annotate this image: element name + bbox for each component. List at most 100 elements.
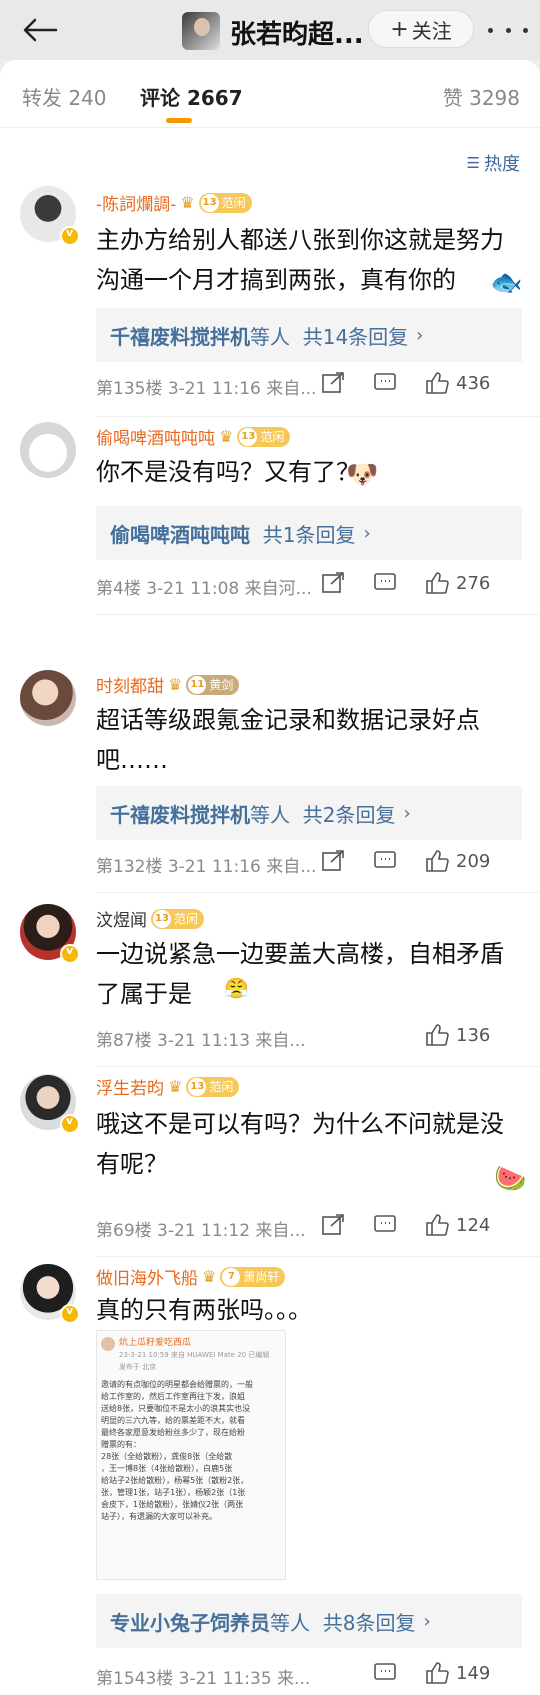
verified-badge-icon xyxy=(60,1304,80,1324)
fan-level-badge: 13 范闲 xyxy=(151,908,205,929)
share-icon[interactable] xyxy=(320,370,346,396)
like-count: 149 xyxy=(456,1662,491,1684)
comment-text: 你不是没有吗？又有了？ xyxy=(96,458,360,486)
plus-icon: + xyxy=(390,16,409,42)
username[interactable]: 做旧海外飞船 xyxy=(96,1264,198,1289)
reply-icon[interactable] xyxy=(372,370,398,396)
like-button[interactable]: 209 xyxy=(424,848,490,874)
crown-icon: ♛ xyxy=(202,1267,217,1286)
share-icon[interactable] xyxy=(320,848,346,874)
tab-bar: 转发 240 评论 2667 赞 3298 xyxy=(0,60,540,128)
name-row: 汶煜闻 13 范闲 xyxy=(96,906,205,931)
divider xyxy=(96,892,540,893)
back-arrow-icon[interactable] xyxy=(22,18,58,42)
dog-sticker-icon: 🐶 xyxy=(346,460,379,490)
like-count: 276 xyxy=(456,572,491,594)
comment-text: 真的只有两张吗。。。 xyxy=(96,1296,312,1324)
sort-toggle[interactable]: ☰ 热度 xyxy=(467,150,520,176)
comment-meta: 第1543楼 3-21 11:35 来... xyxy=(96,1669,311,1689)
like-button[interactable]: 436 xyxy=(424,370,490,396)
crown-icon: ♛ xyxy=(168,1077,183,1096)
top-nav: 张若昀超... + 关注 xyxy=(0,0,540,60)
thumbs-up-icon xyxy=(426,572,449,594)
fan-level-badge: 13 范闲 xyxy=(186,1076,240,1097)
avatar[interactable] xyxy=(20,904,80,964)
like-count: 124 xyxy=(456,1214,491,1236)
thumbs-up-icon xyxy=(426,1214,449,1236)
sort-icon: ☰ xyxy=(466,154,481,172)
name-row: 浮生若昀 ♛ 13 范闲 xyxy=(96,1074,240,1099)
comment-text: 主办方给别人都送八张到你这就是努力沟通一个月才搞到两张，真有你的 xyxy=(96,226,504,294)
tab-repost[interactable]: 转发 240 xyxy=(22,82,107,111)
fan-level-badge: 11 黄剑 xyxy=(186,674,240,695)
reply-icon[interactable] xyxy=(372,1212,398,1238)
thumbs-up-icon xyxy=(426,1024,449,1046)
share-icon[interactable] xyxy=(320,570,346,596)
like-button[interactable]: 136 xyxy=(424,1022,490,1048)
crown-icon: ♛ xyxy=(180,193,195,212)
like-count: 136 xyxy=(456,1024,491,1046)
comment-meta: 第87楼 3-21 11:13 来自... xyxy=(96,1031,306,1051)
comment-meta: 第4楼 3-21 11:08 来自河... xyxy=(96,579,312,599)
sort-label: 热度 xyxy=(484,154,520,175)
reply-icon[interactable] xyxy=(372,570,398,596)
avatar[interactable] xyxy=(20,670,76,726)
reply-preview[interactable]: 偷喝啤酒吨吨吨 共1条回复 › xyxy=(96,506,522,560)
fish-sticker-icon: 🐟 xyxy=(490,268,523,298)
post-avatar xyxy=(101,1337,115,1351)
tab-likes[interactable]: 赞 3298 xyxy=(443,82,520,111)
reply-preview[interactable]: 专业小兔子饲养员 等人 共8条回复 › xyxy=(96,1594,522,1648)
verified-badge-icon xyxy=(60,944,80,964)
crown-icon: ♛ xyxy=(168,675,183,694)
avatar[interactable] xyxy=(20,1074,80,1134)
divider xyxy=(96,1066,540,1067)
reply-icon[interactable] xyxy=(372,848,398,874)
avatar[interactable] xyxy=(20,186,80,246)
comment-text: 哦这不是可以有吗？为什么不问就是没有呢？ xyxy=(96,1110,504,1178)
follow-label: 关注 xyxy=(411,18,452,43)
avatar[interactable] xyxy=(20,1264,80,1324)
fan-level-badge: 7 萧尚轩 xyxy=(220,1266,286,1287)
attached-screenshot-image[interactable]: 炕上瓜籽爱吃西瓜 23-3-21 10:59 来自 HUAWEI Mate 20… xyxy=(96,1330,286,1580)
fan-level-badge: 13 范闲 xyxy=(198,192,252,213)
follow-button[interactable]: + 关注 xyxy=(368,10,474,48)
reply-preview[interactable]: 千禧废料搅拌机 等人 共14条回复 › xyxy=(96,308,522,362)
name-row: 偷喝啤酒吨吨吨 ♛ 13 范闲 xyxy=(96,424,291,449)
username[interactable]: 时刻都甜 xyxy=(96,672,164,697)
username[interactable]: 汶煜闻 xyxy=(96,906,147,931)
username[interactable]: -陈詞爛調- xyxy=(96,190,176,215)
name-row: 时刻都甜 ♛ 11 黄剑 xyxy=(96,672,240,697)
username[interactable]: 浮生若昀 xyxy=(96,1074,164,1099)
more-options-icon[interactable] xyxy=(488,20,528,40)
active-tab-indicator xyxy=(166,118,192,123)
like-count: 436 xyxy=(456,372,491,394)
verified-badge-icon xyxy=(60,226,80,246)
like-button[interactable]: 124 xyxy=(424,1212,490,1238)
like-count: 209 xyxy=(456,850,491,872)
emoji-icon: 😤 xyxy=(224,976,249,1000)
like-button[interactable]: 149 xyxy=(424,1660,490,1686)
comment-meta: 第132楼 3-21 11:16 来自... xyxy=(96,857,317,877)
page-title: 张若昀超... xyxy=(230,20,364,50)
comment-text: 一边说紧急一边要盖大高楼，自相矛盾了属于是 xyxy=(96,940,504,1008)
thumbs-up-icon xyxy=(426,372,449,394)
divider xyxy=(96,614,540,615)
author-avatar[interactable] xyxy=(182,12,220,50)
username[interactable]: 偷喝啤酒吨吨吨 xyxy=(96,424,215,449)
verified-badge-icon xyxy=(60,1114,80,1134)
fan-level-badge: 13 范闲 xyxy=(237,426,291,447)
divider xyxy=(96,416,540,417)
name-row: -陈詞爛調- ♛ 13 范闲 xyxy=(96,190,252,215)
thumbs-up-icon xyxy=(426,850,449,872)
crown-icon: ♛ xyxy=(219,427,234,446)
thumbs-up-icon xyxy=(426,1662,449,1684)
avatar[interactable] xyxy=(20,422,76,478)
divider xyxy=(96,1256,540,1257)
reply-preview[interactable]: 千禧废料搅拌机 等人 共2条回复 › xyxy=(96,786,522,840)
like-button[interactable]: 276 xyxy=(424,570,490,596)
watermelon-sticker-icon: 🍉 xyxy=(494,1164,527,1194)
reply-icon[interactable] xyxy=(372,1660,398,1686)
name-row: 做旧海外飞船 ♛ 7 萧尚轩 xyxy=(96,1264,286,1289)
tab-comments[interactable]: 评论 2667 xyxy=(140,82,243,111)
share-icon[interactable] xyxy=(320,1212,346,1238)
